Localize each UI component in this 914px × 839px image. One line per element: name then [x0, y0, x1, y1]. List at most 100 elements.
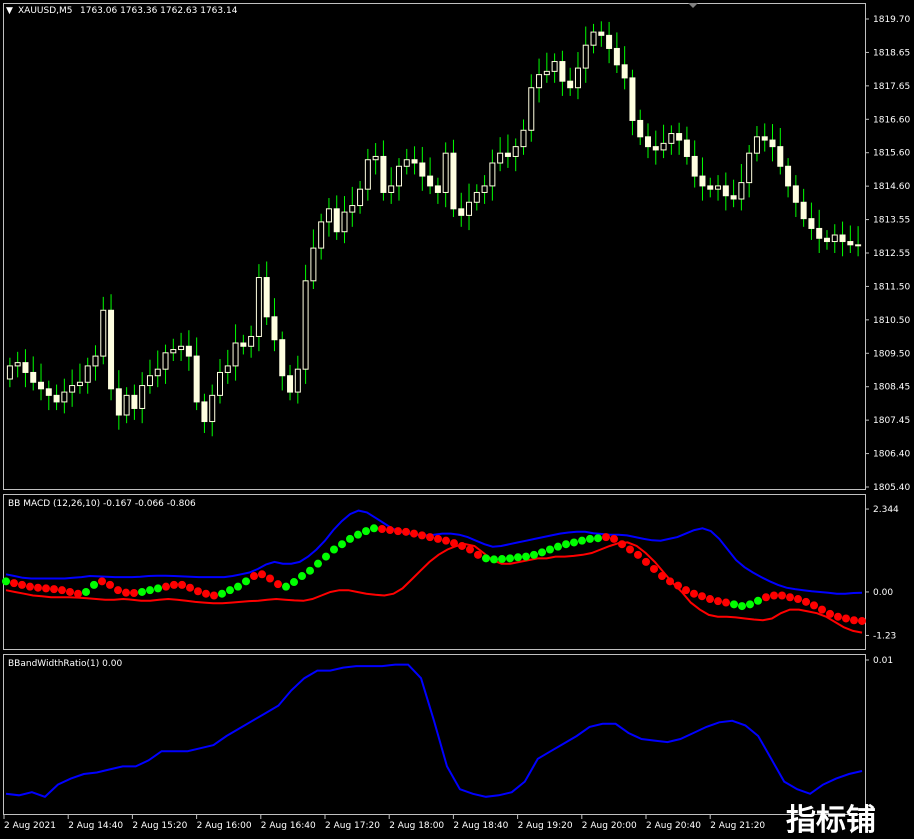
ohlc-readout: 1763.06 1763.36 1762.63 1763.14: [80, 6, 238, 16]
candle-body: [224, 365, 231, 373]
macd-dot: [154, 584, 162, 593]
candle-body: [839, 234, 846, 243]
candle-body: [45, 388, 52, 396]
candle-body: [108, 309, 115, 390]
candle-body: [489, 162, 496, 187]
candle-body: [800, 201, 807, 220]
macd-scale-label: 0.00: [873, 588, 893, 598]
macd-dot: [626, 545, 634, 554]
candle-body: [217, 371, 223, 396]
candle-body: [528, 87, 535, 131]
candle-body: [536, 74, 543, 89]
price-label: 1813.55: [873, 216, 910, 226]
macd-dot: [482, 554, 490, 563]
candle-body: [318, 221, 325, 249]
price-label: 1818.65: [873, 48, 910, 58]
candle-body: [427, 175, 434, 187]
macd-dot: [378, 525, 386, 533]
chart-menu-icon[interactable]: ▼: [6, 6, 13, 16]
time-label: 2 Aug 15:20: [132, 821, 187, 831]
candle-body: [504, 152, 511, 157]
macd-dot: [130, 589, 138, 598]
ratio-scale-label: 0.01: [873, 656, 893, 666]
price-label: 1812.55: [873, 249, 910, 259]
macd-dot: [434, 534, 442, 543]
candle-body: [248, 335, 255, 347]
macd-dot: [802, 597, 810, 606]
candle-body: [574, 67, 581, 89]
macd-dot: [2, 577, 10, 586]
macd-dot: [738, 602, 746, 611]
candle-body: [808, 218, 815, 229]
candle-body: [481, 185, 488, 193]
macd-dot: [554, 542, 562, 551]
macd-dot: [642, 557, 650, 566]
macd-dot: [194, 587, 202, 596]
macd-dot: [314, 559, 322, 568]
macd-dot: [410, 529, 418, 538]
macd-dot: [354, 530, 362, 539]
price-label: 1815.60: [873, 149, 910, 159]
macd-dot: [202, 589, 210, 598]
candle-body: [170, 349, 177, 354]
macd-dot: [98, 577, 106, 586]
macd-dot: [418, 531, 426, 540]
trading-chart[interactable]: ▼ XAUUSD,M5 1763.06 1763.36 1762.63 1763…: [0, 0, 914, 839]
candle-body: [209, 394, 216, 423]
macd-dot: [138, 587, 146, 596]
symbol-title: XAUUSD,M5: [18, 6, 73, 16]
time-label: 2 Aug 16:00: [197, 821, 252, 831]
macd-dot: [474, 550, 482, 559]
macd-dot: [290, 578, 298, 587]
candle-body: [466, 201, 473, 216]
candle-body: [178, 345, 185, 351]
macd-dot: [250, 572, 258, 581]
candle-body: [139, 385, 146, 409]
macd-dot: [18, 580, 26, 589]
time-label: 2 Aug 20:00: [582, 821, 637, 831]
candle-body: [621, 64, 628, 79]
candle-body: [442, 152, 449, 193]
candle-body: [271, 316, 278, 341]
macd-dot: [570, 538, 578, 547]
macd-dot: [818, 605, 826, 614]
macd-dot: [826, 609, 834, 618]
candle-body: [131, 394, 138, 409]
candle-body: [84, 365, 91, 383]
price-label: 1805.40: [873, 483, 910, 493]
time-label: 2 Aug 19:20: [518, 821, 573, 831]
macd-dot: [650, 564, 658, 573]
macd-dot: [178, 580, 186, 589]
candle-body: [434, 185, 441, 193]
macd-dot: [466, 545, 474, 554]
macd-dot: [522, 552, 530, 561]
time-label: 2 Aug 21:20: [710, 821, 765, 831]
macd-dot: [282, 582, 290, 591]
candle-body: [746, 152, 753, 184]
macd-dot: [362, 527, 370, 536]
candle-body: [69, 385, 76, 393]
candle-body: [668, 133, 675, 144]
candle-body: [372, 155, 379, 161]
candle-body: [403, 159, 410, 167]
candle-body: [551, 61, 558, 72]
candle-body: [660, 142, 667, 151]
macd-dot: [634, 550, 642, 559]
macd-dot: [114, 586, 122, 595]
macd-dot: [714, 597, 722, 606]
macd-dot: [74, 589, 82, 598]
macd-dot: [338, 540, 346, 549]
macd-dot: [402, 527, 410, 536]
candle-body: [847, 241, 854, 246]
macd-dot: [530, 550, 538, 559]
candle-body: [777, 146, 784, 167]
candle-body: [310, 247, 317, 282]
price-label: 1816.60: [873, 115, 910, 125]
macd-dot: [322, 552, 330, 561]
macd-dot: [674, 581, 682, 590]
candle-body: [193, 355, 200, 403]
candle-body: [512, 146, 519, 157]
candle-body: [450, 152, 457, 210]
macd-dot: [186, 583, 194, 592]
candle-body: [115, 388, 122, 416]
